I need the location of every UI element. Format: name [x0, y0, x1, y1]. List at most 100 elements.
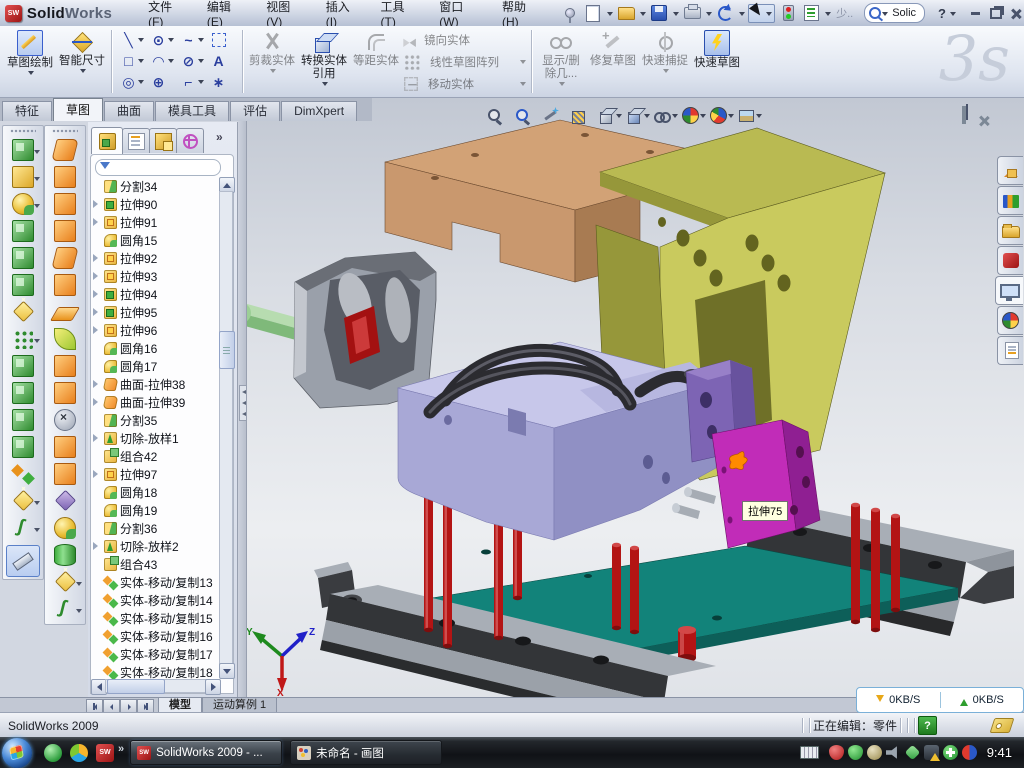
spline-tool[interactable]: ~ [177, 31, 207, 48]
print-button[interactable] [682, 4, 702, 23]
tree-item[interactable]: 实体-移动/复制16 [93, 627, 221, 645]
line-tool[interactable]: ╲ [117, 31, 147, 48]
tree-item[interactable]: 实体-移动/复制13 [93, 573, 221, 591]
edit-appearance-icon[interactable] [682, 107, 706, 124]
split-tool[interactable] [6, 379, 40, 406]
scale-tool[interactable] [6, 298, 40, 325]
tree-item[interactable]: 圆角16 [93, 339, 221, 357]
tree-item[interactable]: 组合43 [93, 555, 221, 573]
design-library-tab[interactable] [997, 186, 1023, 215]
parting-surface[interactable] [48, 190, 82, 217]
combine-tool[interactable] [6, 352, 40, 379]
thicken-tool[interactable] [48, 514, 82, 541]
tray-antivirus-icon[interactable] [829, 745, 844, 760]
delete-face[interactable] [48, 406, 82, 433]
graphics-viewport[interactable]: Y Z X [238, 98, 1024, 697]
select-tool-button[interactable] [748, 4, 775, 23]
wand-tool[interactable] [48, 568, 82, 595]
shut-off-surface[interactable] [48, 163, 82, 190]
quicklaunch-thunder[interactable] [70, 744, 88, 762]
tree-item[interactable]: 切除-放样1 [93, 429, 221, 447]
minimize-button[interactable] [967, 6, 984, 21]
view-settings-icon[interactable] [738, 107, 762, 124]
solidworks-resources-tab[interactable] [997, 156, 1023, 185]
polygon-tool[interactable]: ⊕ [147, 73, 177, 90]
tray-shield-icon[interactable] [848, 745, 863, 760]
file-explorer-tab[interactable] [997, 216, 1023, 245]
insert-mold-folder[interactable] [48, 271, 82, 298]
splitter-grip[interactable] [239, 385, 247, 421]
commandmanager-tab[interactable]: 模具工具 [155, 101, 229, 121]
undo-button[interactable] [715, 4, 735, 23]
tree-scroll-down-button[interactable] [219, 663, 235, 679]
featuremanager-tab[interactable] [91, 127, 123, 154]
selection-box-tool[interactable] [207, 33, 237, 47]
circle-tool[interactable]: ⊙ [147, 31, 177, 48]
tree-item[interactable]: 实体-移动/复制17 [93, 645, 221, 663]
rectangle-tool[interactable]: □ [117, 52, 147, 69]
planar-surface[interactable] [48, 298, 82, 325]
model-tab[interactable]: 运动算例 1 [202, 698, 277, 713]
commandbar-stack-button[interactable]: 移动实体 [402, 74, 528, 94]
spline-curve-tool[interactable] [6, 514, 40, 541]
pin-icon[interactable] [560, 4, 580, 23]
input-method-icon[interactable] [800, 746, 819, 759]
appearances-scenes-tab[interactable] [997, 306, 1023, 335]
tree-item[interactable]: 拉伸95 [93, 303, 221, 321]
offset-surface[interactable] [48, 352, 82, 379]
freeform-spline[interactable] [48, 595, 82, 622]
tag-icon[interactable] [990, 718, 1015, 733]
model-tab[interactable]: 模型 [158, 698, 202, 713]
tree-item[interactable]: 拉伸96 [93, 321, 221, 339]
tray-sync-icon[interactable] [962, 745, 977, 760]
quicklaunch-solidworks[interactable]: SW [96, 744, 114, 762]
commandmanager-tab[interactable]: 曲面 [104, 101, 154, 121]
commandbar-button[interactable]: 转换实体引用 [298, 26, 350, 97]
sketch-fillet-tool[interactable]: ⌐ [177, 73, 207, 90]
extend-surface[interactable] [48, 433, 82, 460]
ruled-surface[interactable] [48, 379, 82, 406]
tree-vscrollbar-thumb[interactable] [219, 331, 235, 369]
pattern-tool[interactable] [6, 325, 40, 352]
dimxpertmanager-tab[interactable] [176, 128, 204, 153]
tree-item[interactable]: 分割35 [93, 411, 221, 429]
tree-vscrollbar-track[interactable] [219, 191, 233, 667]
search-box[interactable]: Solic [864, 3, 925, 23]
tree-item[interactable]: 拉伸97 [93, 465, 221, 483]
extruded-boss[interactable] [6, 136, 40, 163]
tree-item[interactable]: 分割36 [93, 519, 221, 537]
untrim-surface[interactable] [48, 487, 82, 514]
taskbar-task-button[interactable]: 未命名 - 画图 [290, 740, 442, 765]
trim-surface[interactable] [48, 460, 82, 487]
zoom-fit-icon[interactable] [486, 107, 510, 124]
taskbar-clock[interactable]: 9:41 [987, 745, 1012, 760]
fillet-feature[interactable] [6, 190, 40, 217]
toolbar-grip[interactable] [10, 129, 36, 133]
commandbar-button[interactable]: 显示/删除几... [535, 26, 587, 97]
commandbar-button[interactable]: 剪裁实体 [246, 26, 298, 97]
draft-analysis[interactable] [6, 487, 40, 514]
tree-item[interactable]: 拉伸90 [93, 195, 221, 213]
view-orientation-icon[interactable] [598, 107, 622, 124]
core-tool[interactable] [48, 244, 82, 271]
swap-body-tool[interactable] [6, 460, 40, 487]
taskbar-task-button[interactable]: SW SolidWorks 2009 - ... [130, 740, 282, 765]
help-button[interactable]: ? [938, 6, 946, 21]
tree-item[interactable]: 圆角15 [93, 231, 221, 249]
tree-item[interactable]: 拉伸93 [93, 267, 221, 285]
tray-usb-icon[interactable] [904, 745, 920, 761]
tray-health-icon[interactable] [943, 745, 958, 760]
save-button[interactable] [649, 4, 669, 23]
tree-item[interactable]: 拉伸94 [93, 285, 221, 303]
tree-item[interactable]: 实体-移动/复制15 [93, 609, 221, 627]
quicklaunch-overflow[interactable]: » [118, 743, 124, 755]
tree-item[interactable]: 组合42 [93, 447, 221, 465]
tree-item[interactable]: 拉伸91 [93, 213, 221, 231]
commandbar-stack-button[interactable]: 镜向实体 [402, 30, 528, 50]
commandbar-button[interactable]: 智能尺寸 [56, 26, 108, 97]
configurationmanager-tab[interactable] [149, 128, 177, 153]
view-palette-tab[interactable] [995, 276, 1023, 305]
arc-tool[interactable]: ◠ [147, 52, 177, 69]
tree-item[interactable]: 圆角18 [93, 483, 221, 501]
tree-hscrollbar-thumb[interactable] [107, 679, 165, 694]
